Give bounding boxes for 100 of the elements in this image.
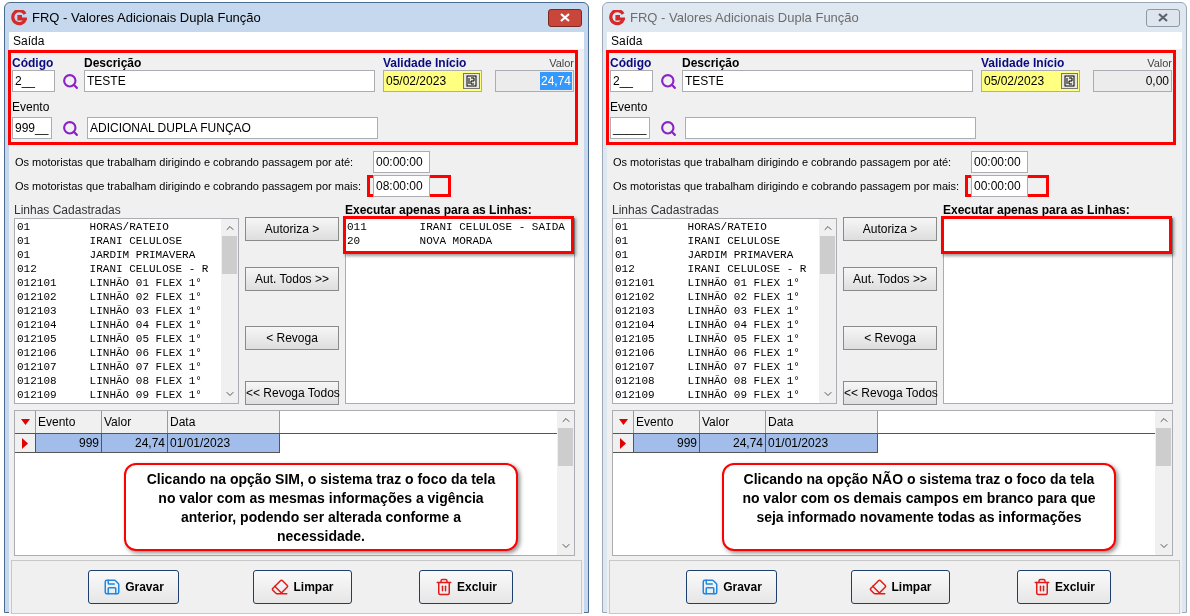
table-cell: 24,74 <box>102 434 168 453</box>
list-item[interactable]: 01 IRANI CELULOSE <box>615 234 819 248</box>
list-item[interactable]: 01 HORAS/RATEIO <box>615 220 819 234</box>
time-field[interactable]: 08:00:00 <box>373 175 430 197</box>
column-header[interactable]: Evento <box>36 411 102 433</box>
scroll-thumb[interactable] <box>1156 428 1171 466</box>
list-item[interactable]: 012103 LINHÃO 03 FLEX 1° <box>615 304 819 318</box>
description-field[interactable]: TESTE <box>682 70 973 92</box>
close-button[interactable] <box>548 8 582 27</box>
action-button[interactable]: Excluir <box>419 570 513 604</box>
save-icon <box>103 578 122 596</box>
list-item[interactable]: 012105 LINHÃO 05 FLEX 1° <box>17 332 221 346</box>
time-label: Os motoristas que trabalham dirigindo e cobrando passagem por até: <box>613 155 953 169</box>
list-item[interactable]: 20 NOVA MORADA <box>347 234 574 248</box>
menu-item[interactable]: Saída <box>13 31 45 50</box>
list-item[interactable]: 012109 LINHÃO 09 FLEX 1° <box>17 388 221 402</box>
event-code-field[interactable]: _____ <box>610 117 650 139</box>
action-button[interactable]: Gravar <box>686 570 777 604</box>
close-button[interactable] <box>1146 8 1180 27</box>
event-description-field[interactable] <box>685 117 976 139</box>
column-header[interactable]: Valor <box>102 411 168 433</box>
list-item[interactable]: 012107 LINHÃO 07 FLEX 1° <box>17 360 221 374</box>
time-field[interactable]: 00:00:00 <box>971 151 1028 173</box>
code-field[interactable]: 2__ <box>610 70 653 92</box>
table-cell: 01/01/2023 <box>766 434 878 453</box>
close-icon <box>560 13 570 22</box>
column-header[interactable]: Valor <box>700 411 766 433</box>
list-item[interactable]: 011 IRANI CELULOSE - SAIDA <box>347 220 574 234</box>
list-item[interactable]: 01 JARDIM PRIMAVERA <box>17 248 221 262</box>
time-field[interactable]: 00:00:00 <box>373 151 430 173</box>
code-field[interactable]: 2__ <box>12 70 55 92</box>
list-item[interactable]: 01 JARDIM PRIMAVERA <box>615 248 819 262</box>
action-button[interactable]: Excluir <box>1017 570 1111 604</box>
list-item[interactable]: 012101 LINHÃO 01 FLEX 1° <box>17 276 221 290</box>
action-button[interactable]: << Revoga Todos <box>843 381 937 405</box>
list-item[interactable]: 012108 LINHÃO 08 FLEX 1° <box>17 374 221 388</box>
scrollbar[interactable] <box>557 411 574 555</box>
scrollbar[interactable] <box>221 219 238 403</box>
list-item[interactable]: 012109 LINHÃO 09 FLEX 1° <box>615 388 819 402</box>
list-item[interactable]: 012106 LINHÃO 06 FLEX 1° <box>615 346 819 360</box>
event-description-field[interactable]: ADICIONAL DUPLA FUNÇAO <box>87 117 378 139</box>
time-field[interactable]: 00:00:00 <box>971 175 1028 197</box>
time-label: Os motoristas que trabalham dirigindo e cobrando passagem por mais: <box>15 179 363 193</box>
action-button[interactable]: Gravar <box>88 570 179 604</box>
list-item[interactable]: 012 IRANI CELULOSE - R <box>17 262 221 276</box>
date-field[interactable]: 05/02/2023 <box>383 70 482 92</box>
column-header[interactable]: Data <box>766 411 878 433</box>
list-item[interactable]: 01 IRANI CELULOSE <box>17 234 221 248</box>
list-item[interactable]: 012102 LINHÃO 02 FLEX 1° <box>615 290 819 304</box>
list-item[interactable]: 012107 LINHÃO 07 FLEX 1° <box>615 360 819 374</box>
list-item[interactable]: 012108 LINHÃO 08 FLEX 1° <box>615 374 819 388</box>
table-cell: 999 <box>634 434 700 453</box>
menu-item[interactable]: Saída <box>611 31 643 50</box>
scroll-thumb[interactable] <box>558 428 573 466</box>
event-code-field[interactable]: 999__ <box>12 117 52 139</box>
table-cell: 999 <box>36 434 102 453</box>
row-pointer-icon <box>22 437 28 449</box>
list-item[interactable]: 012106 LINHÃO 06 FLEX 1° <box>17 346 221 360</box>
field-label: Código <box>610 56 653 70</box>
field-label: Descrição <box>682 56 741 70</box>
window-title: FRQ - Valores Adicionais Dupla Função <box>630 8 859 27</box>
value-field[interactable]: 0,00 <box>1093 70 1172 92</box>
time-label: Os motoristas que trabalham dirigindo e cobrando passagem por até: <box>15 155 355 169</box>
action-button[interactable]: Autoriza > <box>843 217 937 241</box>
search-icon[interactable] <box>62 119 79 137</box>
action-button[interactable]: < Revoga <box>245 326 339 350</box>
list-item[interactable]: 012104 LINHÃO 04 FLEX 1° <box>17 318 221 332</box>
logo-icon <box>609 9 625 26</box>
scrollbar[interactable] <box>1155 411 1172 555</box>
calendar-icon[interactable] <box>463 73 480 89</box>
calendar-icon[interactable] <box>1061 73 1078 89</box>
list-item[interactable]: 012 IRANI CELULOSE - R <box>615 262 819 276</box>
action-button[interactable]: Aut. Todos >> <box>843 267 937 291</box>
action-button[interactable]: Limpar <box>253 570 352 604</box>
scrollbar[interactable] <box>819 219 836 403</box>
search-icon[interactable] <box>660 119 677 137</box>
list-item[interactable]: 012105 LINHÃO 05 FLEX 1° <box>615 332 819 346</box>
scroll-thumb[interactable] <box>222 236 237 274</box>
eraser-icon <box>271 578 290 596</box>
list-item[interactable]: 012102 LINHÃO 02 FLEX 1° <box>17 290 221 304</box>
action-button[interactable]: Aut. Todos >> <box>245 267 339 291</box>
table-cell: 24,74 <box>700 434 766 453</box>
search-icon[interactable] <box>62 72 79 90</box>
callout-note: Clicando na opção NÃO o sistema traz o foco da tela no valor com os demais campos em branco para que seja informado novamente todas as informações <box>722 463 1116 551</box>
list-item[interactable]: 012103 LINHÃO 03 FLEX 1° <box>17 304 221 318</box>
action-button[interactable]: << Revoga Todos <box>245 381 339 405</box>
list-item[interactable]: 01 HORAS/RATEIO <box>17 220 221 234</box>
action-button[interactable]: < Revoga <box>843 326 937 350</box>
time-label: Os motoristas que trabalham dirigindo e cobrando passagem por mais: <box>613 179 961 193</box>
search-icon[interactable] <box>660 72 677 90</box>
field-label: Valor <box>1147 56 1172 70</box>
column-header[interactable]: Evento <box>634 411 700 433</box>
action-button[interactable]: Autoriza > <box>245 217 339 241</box>
column-header[interactable]: Data <box>168 411 280 433</box>
scroll-thumb[interactable] <box>820 236 835 274</box>
list-item[interactable]: 012101 LINHÃO 01 FLEX 1° <box>615 276 819 290</box>
list-item[interactable]: 012104 LINHÃO 04 FLEX 1° <box>615 318 819 332</box>
date-field[interactable]: 05/02/2023 <box>981 70 1080 92</box>
description-field[interactable]: TESTE <box>84 70 375 92</box>
action-button[interactable]: Limpar <box>851 570 950 604</box>
